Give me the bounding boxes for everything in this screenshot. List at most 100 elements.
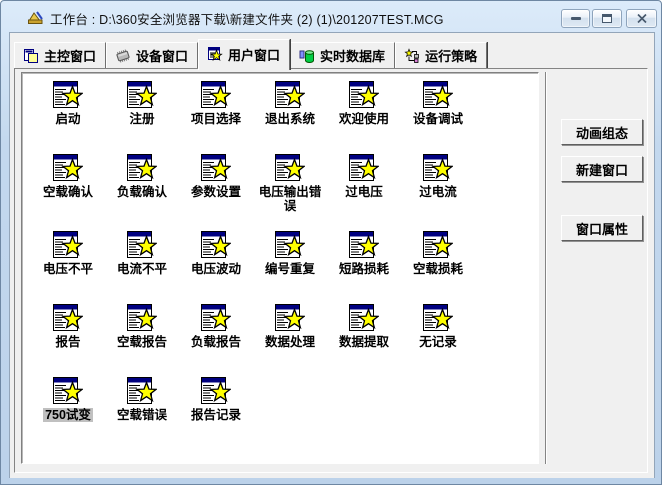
window-with-star-icon xyxy=(53,81,83,109)
user-window-item[interactable]: 无记录 xyxy=(401,304,475,377)
new-window-button[interactable]: 新建窗口 xyxy=(561,156,643,182)
user-window-item-label: 数据提取 xyxy=(337,335,391,349)
user-window-item-label: 电压输出错误 xyxy=(253,185,327,213)
window-with-star-icon xyxy=(349,304,379,332)
window-title: 工作台 : D:\360安全浏览器下载\新建文件夹 (2) (1)\201207… xyxy=(50,9,444,28)
window-with-star-icon xyxy=(53,154,83,182)
animation-config-button[interactable]: 动画组态 xyxy=(561,119,643,145)
user-window-item-label: 数据处理 xyxy=(263,335,317,349)
window-with-star-icon xyxy=(275,154,305,182)
tab-label: 设备窗口 xyxy=(136,46,188,65)
window-with-star-icon xyxy=(423,304,453,332)
user-windows-grid: 启动 注册 项目选择 退出系统 欢迎使用 xyxy=(31,81,475,450)
user-window-item[interactable]: 欢迎使用 xyxy=(327,81,401,154)
window-with-star-icon xyxy=(349,154,379,182)
window-with-star-icon xyxy=(423,231,453,259)
user-window-item-label: 电压不平 xyxy=(41,262,95,276)
user-window-item[interactable]: 过电流 xyxy=(401,154,475,231)
client-area: 主控窗口 设备窗口 用户窗口 xyxy=(9,32,655,478)
minimize-icon xyxy=(571,17,581,20)
tab-label: 主控窗口 xyxy=(44,46,96,65)
user-window-item-label: 空载报告 xyxy=(115,335,169,349)
window-with-star-icon xyxy=(423,154,453,182)
user-window-item[interactable]: 电压不平 xyxy=(31,231,105,304)
tab-run-strategy[interactable]: 运行策略 xyxy=(395,42,487,68)
main-control-window-icon xyxy=(23,48,39,64)
user-window-item[interactable]: 电流不平 xyxy=(105,231,179,304)
tab-main-control-window[interactable]: 主控窗口 xyxy=(14,42,106,68)
user-window-item-label: 编号重复 xyxy=(263,262,317,276)
user-windows-panel: 启动 注册 项目选择 退出系统 欢迎使用 xyxy=(21,72,539,464)
user-window-item[interactable]: 数据提取 xyxy=(327,304,401,377)
user-window-item-label: 过电压 xyxy=(343,185,385,199)
window-with-star-icon xyxy=(127,304,157,332)
maximize-icon xyxy=(602,14,612,23)
user-window-item-label: 空载损耗 xyxy=(411,262,465,276)
user-window-item[interactable]: 启动 xyxy=(31,81,105,154)
panel-divider xyxy=(545,72,547,464)
user-window-item-label: 启动 xyxy=(53,112,82,126)
user-window-item[interactable]: 注册 xyxy=(105,81,179,154)
user-window-item[interactable]: 空载确认 xyxy=(31,154,105,231)
user-window-item[interactable]: 报告记录 xyxy=(179,377,253,450)
user-window-item[interactable]: 过电压 xyxy=(327,154,401,231)
tab-label: 用户窗口 xyxy=(228,45,280,64)
tab-device-window[interactable]: 设备窗口 xyxy=(106,42,198,68)
workbench-icon xyxy=(27,9,45,25)
window-with-star-icon xyxy=(53,304,83,332)
window-with-star-icon xyxy=(275,304,305,332)
user-window-item-label: 750试变 xyxy=(43,408,93,422)
user-window-item-label: 报告 xyxy=(53,335,82,349)
minimize-button[interactable] xyxy=(561,9,590,28)
maximize-button[interactable] xyxy=(592,9,622,28)
workbench-window: 工作台 : D:\360安全浏览器下载\新建文件夹 (2) (1)\201207… xyxy=(0,0,662,485)
window-with-star-icon xyxy=(127,231,157,259)
user-window-item[interactable]: 电压波动 xyxy=(179,231,253,304)
user-window-item[interactable]: 电压输出错误 xyxy=(253,154,327,231)
user-window-item[interactable]: 空载错误 xyxy=(105,377,179,450)
user-window-item-label: 参数设置 xyxy=(189,185,243,199)
window-properties-button[interactable]: 窗口属性 xyxy=(561,215,643,241)
run-strategy-icon xyxy=(404,48,420,64)
user-window-item-label: 项目选择 xyxy=(189,112,243,126)
user-window-item[interactable]: 报告 xyxy=(31,304,105,377)
user-window-item[interactable]: 750试变 xyxy=(31,377,105,450)
user-window-item[interactable]: 数据处理 xyxy=(253,304,327,377)
user-window-item-label: 退出系统 xyxy=(263,112,317,126)
window-with-star-icon xyxy=(201,377,231,405)
window-with-star-icon xyxy=(127,377,157,405)
user-window-item[interactable]: 编号重复 xyxy=(253,231,327,304)
realtime-database-icon xyxy=(299,48,315,64)
window-with-star-icon xyxy=(275,231,305,259)
user-window-item[interactable]: 负载报告 xyxy=(179,304,253,377)
tab-label: 实时数据库 xyxy=(320,46,385,65)
user-window-item[interactable]: 退出系统 xyxy=(253,81,327,154)
user-window-item[interactable]: 空载报告 xyxy=(105,304,179,377)
close-button[interactable] xyxy=(626,9,657,28)
close-icon xyxy=(637,14,647,23)
window-with-star-icon xyxy=(349,231,379,259)
user-window-item-label: 无记录 xyxy=(417,335,459,349)
user-window-item[interactable]: 负载确认 xyxy=(105,154,179,231)
titlebar[interactable]: 工作台 : D:\360安全浏览器下载\新建文件夹 (2) (1)\201207… xyxy=(1,1,661,32)
window-with-star-icon xyxy=(201,231,231,259)
user-window-item-label: 电流不平 xyxy=(115,262,169,276)
tab-user-window[interactable]: 用户窗口 xyxy=(198,39,290,70)
tab-strip: 主控窗口 设备窗口 用户窗口 xyxy=(14,37,487,68)
user-window-item-label: 过电流 xyxy=(417,185,459,199)
user-window-item-label: 注册 xyxy=(127,112,156,126)
tab-realtime-database[interactable]: 实时数据库 xyxy=(290,42,395,68)
user-window-item-label: 欢迎使用 xyxy=(337,112,391,126)
user-window-item[interactable]: 空载损耗 xyxy=(401,231,475,304)
user-window-item-label: 负载确认 xyxy=(115,185,169,199)
user-window-item[interactable]: 短路损耗 xyxy=(327,231,401,304)
window-with-star-icon xyxy=(53,231,83,259)
user-window-icon xyxy=(207,46,223,62)
window-with-star-icon xyxy=(127,81,157,109)
content-frame: 启动 注册 项目选择 退出系统 欢迎使用 xyxy=(14,68,648,473)
user-window-item-label: 负载报告 xyxy=(189,335,243,349)
user-window-item[interactable]: 项目选择 xyxy=(179,81,253,154)
user-window-item[interactable]: 设备调试 xyxy=(401,81,475,154)
window-with-star-icon xyxy=(423,81,453,109)
user-window-item[interactable]: 参数设置 xyxy=(179,154,253,231)
